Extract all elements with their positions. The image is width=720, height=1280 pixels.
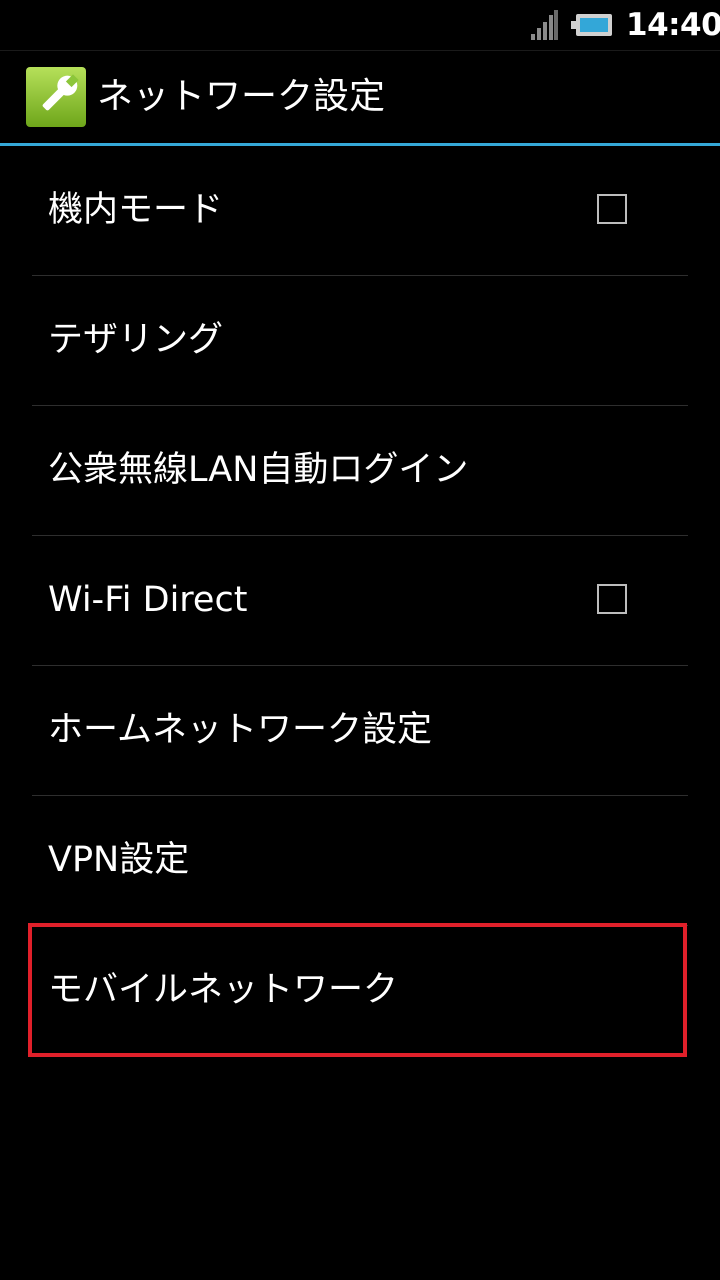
- list-item-airplane-mode[interactable]: 機内モード: [32, 146, 688, 276]
- list-item-label: モバイルネットワーク: [48, 970, 399, 1010]
- wifi-direct-checkbox[interactable]: [597, 584, 627, 614]
- battery-icon: [571, 14, 612, 36]
- page-title: ネットワーク設定: [97, 76, 386, 117]
- list-item-label: ホームネットワーク設定: [48, 710, 432, 750]
- signal-strength-icon: [531, 10, 558, 40]
- status-clock: 14:40: [626, 7, 720, 43]
- list-item-tethering[interactable]: テザリング: [32, 276, 688, 406]
- list-item-public-wlan-login[interactable]: 公衆無線LAN自動ログイン: [32, 406, 688, 536]
- list-item-label: 公衆無線LAN自動ログイン: [48, 450, 469, 490]
- list-item-wifi-direct[interactable]: Wi-Fi Direct: [32, 536, 688, 666]
- wrench-icon[interactable]: [26, 67, 86, 127]
- airplane-mode-checkbox[interactable]: [597, 194, 627, 224]
- status-bar: 14:40: [0, 0, 720, 51]
- list-item-mobile-network[interactable]: モバイルネットワーク: [32, 926, 688, 1055]
- list-item-home-network[interactable]: ホームネットワーク設定: [32, 666, 688, 796]
- list-item-label: Wi-Fi Direct: [48, 580, 248, 620]
- action-bar: ネットワーク設定: [0, 51, 720, 143]
- list-item-label: テザリング: [48, 320, 224, 360]
- list-item-vpn[interactable]: VPN設定: [32, 796, 688, 926]
- list-item-label: VPN設定: [48, 840, 190, 880]
- list-item-label: 機内モード: [48, 190, 224, 230]
